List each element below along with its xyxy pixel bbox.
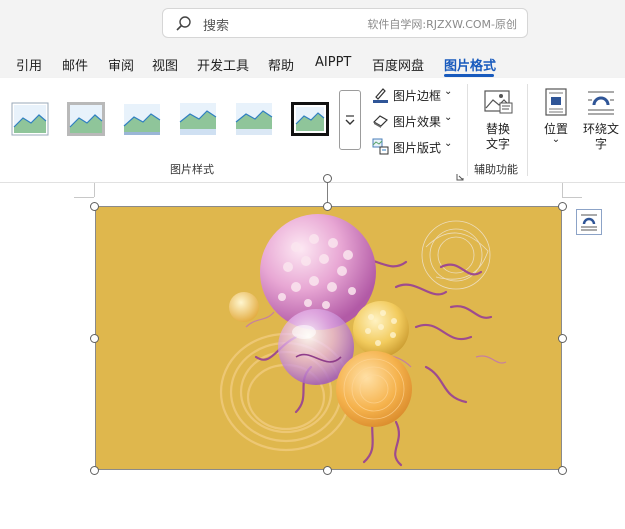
picture-style-5[interactable] <box>235 102 273 136</box>
picture-style-4[interactable] <box>179 102 217 136</box>
layout-options-button[interactable] <box>576 209 602 235</box>
chevron-down-icon: ⌄ <box>444 86 453 97</box>
margin-mark <box>94 183 95 197</box>
tab-developer[interactable]: 开发工具 <box>197 55 249 74</box>
alt-text-icon <box>483 88 513 119</box>
search-icon <box>175 15 193 37</box>
picture-effects-button[interactable]: 图片效果 ⌄ <box>372 112 454 130</box>
layout-picture-icon <box>372 138 389 155</box>
chevron-down-icon: ⌄ <box>444 112 453 123</box>
tab-baidu-netdisk[interactable]: 百度网盘 <box>372 55 424 74</box>
tab-aippt[interactable]: AIPPT <box>315 55 351 70</box>
tab-references[interactable]: 引用 <box>16 55 42 74</box>
alt-text-button[interactable]: 替换 文字 <box>476 88 520 151</box>
picture-layout-button[interactable]: 图片版式 ⌄ <box>372 138 454 156</box>
tab-picture-format[interactable]: 图片格式 <box>444 55 496 74</box>
ribbon-tabs: 引用 邮件 审阅 视图 开发工具 帮助 AIPPT 百度网盘 图片格式 <box>0 48 625 78</box>
pen-border-icon <box>372 86 389 103</box>
active-tab-indicator <box>444 74 494 77</box>
tab-help[interactable]: 帮助 <box>268 55 294 74</box>
chevron-down-icon: ⌄ <box>551 134 561 145</box>
tab-review[interactable]: 审阅 <box>108 55 134 74</box>
picture-effects-label: 图片效果 <box>393 115 442 129</box>
picture-styles-group-label: 图片样式 <box>170 163 214 176</box>
rotate-handle[interactable] <box>323 174 332 183</box>
resize-handle-top[interactable] <box>323 202 332 211</box>
alt-text-label-line2: 文字 <box>485 137 510 151</box>
margin-mark <box>562 197 582 198</box>
wrap-text-label-line2: 字 <box>594 137 607 151</box>
dialog-launcher-icon[interactable] <box>456 166 464 181</box>
expand-gallery-icon <box>344 113 356 130</box>
ribbon-panel: 图片样式 图片边框 ⌄ 图片效果 ⌄ 图片版式 ⌄ 替换 文字 辅助功能 位置 … <box>0 78 625 183</box>
tab-mailings[interactable]: 邮件 <box>62 55 88 74</box>
selected-picture[interactable] <box>95 206 562 470</box>
picture-style-3[interactable] <box>123 102 161 136</box>
resize-handle-top-right[interactable] <box>558 202 567 211</box>
watermark-text: 软件自学网:RJZXW.COM-原创 <box>367 18 517 31</box>
effects-icon <box>372 112 389 129</box>
tab-view[interactable]: 视图 <box>152 55 178 74</box>
wrap-text-button[interactable]: 环绕文 字 <box>580 88 622 158</box>
abstract-spheres-image <box>219 214 507 467</box>
wrap-text-icon <box>586 88 616 119</box>
resize-handle-left[interactable] <box>90 334 99 343</box>
resize-handle-bottom[interactable] <box>323 466 332 475</box>
picture-style-1[interactable] <box>11 102 49 136</box>
styles-more-button[interactable] <box>339 90 361 150</box>
picture-border-label: 图片边框 <box>393 89 442 103</box>
position-button[interactable]: 位置 ⌄ <box>538 88 574 158</box>
search-box[interactable]: 搜索 软件自学网:RJZXW.COM-原创 <box>162 8 528 38</box>
position-icon <box>544 88 568 119</box>
search-placeholder: 搜索 <box>203 19 230 34</box>
picture-border-button[interactable]: 图片边框 ⌄ <box>372 86 454 104</box>
resize-handle-bottom-right[interactable] <box>558 466 567 475</box>
resize-handle-right[interactable] <box>558 334 567 343</box>
layout-options-icon <box>578 211 600 237</box>
group-separator <box>527 84 528 176</box>
picture-style-6[interactable] <box>291 102 329 136</box>
chevron-down-icon: ⌄ <box>444 138 453 149</box>
margin-mark <box>562 183 563 197</box>
group-separator <box>467 84 468 176</box>
picture-style-2[interactable] <box>67 102 105 136</box>
picture-layout-label: 图片版式 <box>393 141 442 155</box>
margin-mark <box>74 197 94 198</box>
resize-handle-top-left[interactable] <box>90 202 99 211</box>
resize-handle-bottom-left[interactable] <box>90 466 99 475</box>
accessibility-group-label: 辅助功能 <box>474 163 518 176</box>
